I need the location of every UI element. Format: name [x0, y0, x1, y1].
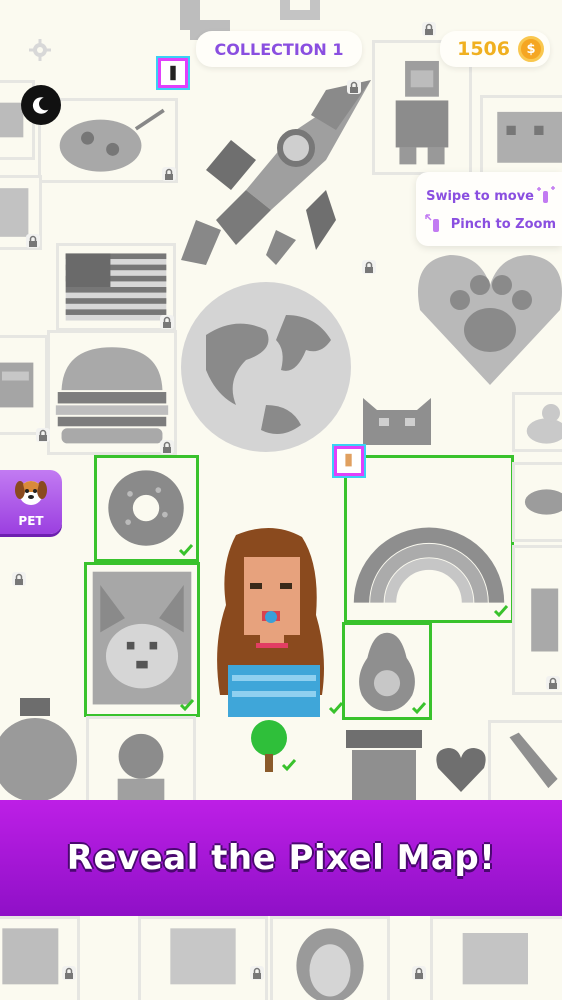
dog-icon	[13, 476, 49, 512]
tile-bottom-mid[interactable]	[138, 916, 268, 1000]
banner-text: Reveal the Pixel Map!	[66, 838, 496, 878]
featured-hand-icon[interactable]	[332, 444, 366, 478]
tile-corgi[interactable]	[84, 562, 200, 717]
pinch-label: Pinch to Zoom	[450, 216, 556, 232]
tile-lips[interactable]	[512, 462, 562, 542]
tile-bottom-right[interactable]	[430, 916, 562, 1000]
tile-sword[interactable]	[488, 720, 562, 810]
tile-girl-portrait[interactable]	[198, 525, 346, 717]
tile-strawberry[interactable]	[0, 690, 85, 810]
check-icon	[328, 701, 344, 715]
tile-donut[interactable]	[94, 455, 199, 562]
lock-icon	[62, 966, 76, 980]
swipe-hand-icon	[534, 185, 556, 207]
lock-icon	[422, 22, 436, 36]
tile-woman[interactable]	[86, 716, 196, 806]
tile-hook[interactable]	[270, 0, 330, 30]
tile-ghost[interactable]	[512, 545, 562, 695]
gear-icon[interactable]	[28, 38, 52, 62]
tile-heart[interactable]	[432, 740, 490, 800]
swipe-hint-row: Swipe to move	[424, 182, 556, 210]
collection-button[interactable]: COLLECTION 1	[196, 31, 362, 67]
tile-avocado[interactable]	[342, 622, 432, 720]
lock-icon	[12, 572, 26, 586]
check-icon	[411, 701, 427, 715]
promo-banner: Reveal the Pixel Map!	[0, 800, 562, 916]
tile-cup[interactable]	[340, 720, 430, 806]
lock-icon	[162, 167, 176, 181]
coin-count: 1506	[457, 38, 510, 60]
moon-icon[interactable]	[21, 85, 61, 125]
coin-counter[interactable]: 1506 $	[440, 31, 550, 67]
lock-icon	[250, 966, 264, 980]
lock-icon	[26, 234, 40, 248]
pinch-hint-row: Pinch to Zoom	[424, 210, 556, 238]
lock-icon	[362, 260, 376, 274]
tile-rainbow[interactable]	[344, 455, 514, 623]
tile-bottom-left[interactable]	[0, 916, 80, 1000]
pet-button[interactable]: PET	[0, 470, 62, 534]
collection-label: COLLECTION 1	[214, 39, 344, 59]
tile-burger[interactable]	[47, 330, 177, 455]
tile-paw-heart[interactable]	[410, 240, 562, 390]
tile-hotdog[interactable]	[0, 335, 48, 435]
lock-icon	[546, 676, 560, 690]
check-icon	[179, 698, 195, 712]
featured-bottle-icon[interactable]	[156, 56, 190, 90]
lock-icon	[36, 428, 50, 442]
check-icon	[281, 758, 297, 772]
check-icon	[178, 543, 194, 557]
tile-globe[interactable]	[176, 275, 356, 455]
swipe-label: Swipe to move	[426, 188, 534, 204]
tile-tree[interactable]	[245, 716, 297, 776]
lock-icon	[412, 966, 426, 980]
tile-cat-face[interactable]	[355, 390, 440, 455]
tile-duck[interactable]	[512, 392, 562, 452]
tile-penguin[interactable]	[270, 916, 390, 1000]
tile-cat-top-right[interactable]	[480, 95, 562, 175]
pet-label: PET	[18, 514, 44, 528]
check-icon	[493, 604, 509, 618]
lock-icon	[160, 315, 174, 329]
coin-icon: $	[518, 36, 544, 62]
lock-icon	[347, 80, 361, 94]
tile-flag[interactable]	[56, 243, 176, 331]
lock-icon	[160, 440, 174, 454]
pinch-hand-icon	[424, 213, 446, 235]
gesture-hint: Swipe to move Pinch to Zoom	[416, 172, 562, 246]
